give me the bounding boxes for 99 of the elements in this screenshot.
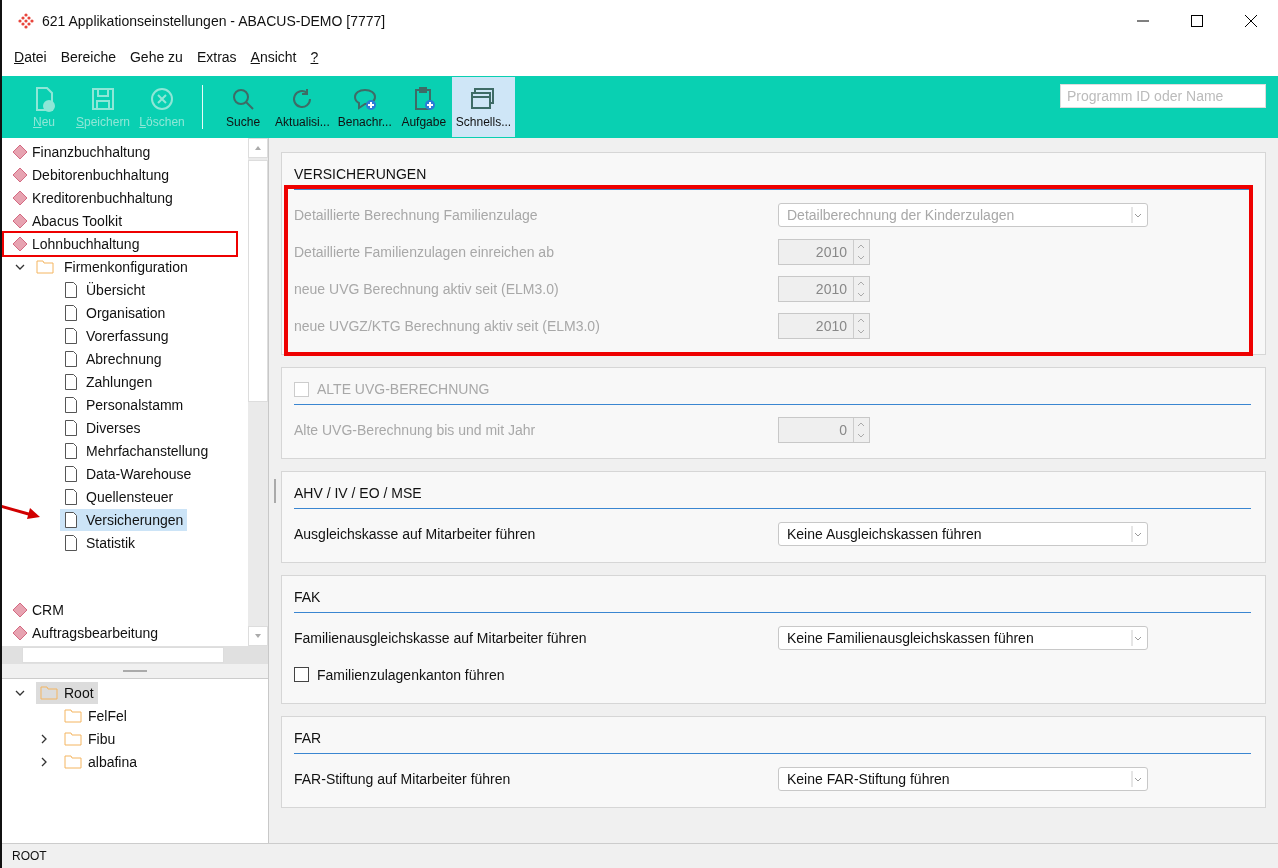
search-icon [233,89,255,110]
field-label: Detaillierte Berechnung Familienzulage [294,206,539,223]
refresh-icon [293,88,312,109]
module-item[interactable]: Finanzbuchhaltung [32,143,151,160]
field-label: neue UVGZ/KTG Berechnung aktiv seit (ELM3.0) [294,317,601,334]
document-icon [64,534,78,551]
save-icon [92,88,114,110]
toolbar-button[interactable]: Suche [215,77,272,137]
folder-item[interactable]: albafina [60,750,142,773]
module-diamond-icon [12,235,28,252]
module-diamond-icon [12,166,28,183]
menu-item[interactable]: ? [310,49,319,65]
module-item[interactable]: Lohnbuchhaltung [32,235,140,252]
page-item[interactable]: Zahlungen [60,370,157,393]
module-diamond-icon [12,189,28,206]
toolbar-button[interactable]: Schnells... [451,77,516,137]
document-icon [64,465,78,482]
module-item[interactable]: CRM [32,601,64,618]
field-label: Detaillierte Familienzulagen einreichen ab [294,243,555,260]
close-icon[interactable] [1244,14,1258,28]
section-title: FAK [294,589,321,605]
module-item[interactable]: Debitorenbuchhaltung [32,166,169,183]
dropdown[interactable]: Keine FAR-Stiftung führen [778,766,1148,791]
folder-icon [64,754,82,769]
section-title: FAR [294,730,322,746]
page-item[interactable]: Personalstamm [60,393,188,416]
scroll-up-icon[interactable] [248,138,268,158]
toolbar-button[interactable]: Aufgabe [395,77,452,137]
document-icon [64,281,78,298]
module-item[interactable]: Abacus Toolkit [32,212,122,229]
page-item[interactable]: Versicherungen [60,508,188,531]
document-icon [64,488,78,505]
module-diamond-icon [12,143,28,160]
folder-icon [64,708,82,723]
scroll-down-icon[interactable] [248,626,268,646]
document-icon [36,87,55,112]
page-item[interactable]: Abrechnung [60,347,166,370]
vertical-scrollbar[interactable] [248,138,268,646]
document-icon [64,511,78,528]
checkbox-label: Familienzulagenkanton führen [317,666,505,683]
folder-item[interactable]: FelFel [60,704,131,727]
module-diamond-icon [12,212,28,229]
caret-icon [1131,525,1143,542]
delete-icon [151,88,174,110]
document-icon [64,327,78,344]
document-icon [64,304,78,321]
chat-bubble-icon [353,89,376,110]
field-label: Alte UVG-Berechnung bis und mit Jahr [294,421,537,438]
module-item[interactable]: Auftragsbearbeitung [32,624,159,641]
folder-item[interactable]: Fibu [60,727,120,750]
field-label: FAR-Stiftung auf Mitarbeiter führen [294,770,512,787]
page-item[interactable]: Statistik [60,531,139,554]
menu-item[interactable]: Extras [196,49,237,65]
horizontal-scrollbar[interactable] [2,646,268,664]
status-text: ROOT [12,849,47,863]
checkbox[interactable] [294,667,309,682]
page-item[interactable]: Organisation [60,301,170,324]
tree-item[interactable]: Firmenkonfiguration [64,258,188,275]
app-logo-icon [18,13,34,29]
module-diamond-icon [12,601,28,618]
window-title: 621 Applikationseinstellungen - ABACUS-DEMO [7777] [42,13,386,29]
menu-item[interactable]: Gehe zu [129,49,183,65]
document-icon [64,442,78,459]
dropdown[interactable]: Keine Familienausgleichskassen führen [778,625,1148,650]
section-title: AHV / IV / EO / MSE [294,485,422,501]
menu-item[interactable]: Bereiche [60,49,116,65]
section-title: ALTE UVG-BERECHNUNG [317,381,490,397]
clipboard-icon [414,87,435,110]
document-icon [64,350,78,367]
document-icon [64,396,78,413]
page-item[interactable]: Vorerfassung [60,324,173,347]
module-item[interactable]: Kreditorenbuchhaltung [32,189,173,206]
caret-icon [1131,206,1143,223]
document-icon [64,419,78,436]
folder-icon [36,259,54,274]
module-diamond-icon [12,624,28,641]
caret-icon [1131,770,1143,787]
document-icon [64,373,78,390]
windows-icon [471,88,495,109]
menu-item[interactable]: Ansicht [250,49,297,65]
page-item[interactable]: Quellensteuer [60,485,178,508]
toolbar-button[interactable]: Aktualisi... [271,77,334,137]
folder-icon [40,685,58,700]
folder-icon [64,731,82,746]
field-label: Ausgleichskasse auf Mitarbeiter führen [294,525,537,542]
page-item[interactable]: Übersicht [60,278,150,301]
caret-icon [1131,629,1143,646]
program-search-field[interactable]: Programm ID oder Name [1060,84,1266,108]
folder-item[interactable]: Root [36,681,98,704]
menu-item[interactable]: Datei [14,49,47,65]
maximize-icon[interactable] [1190,14,1204,28]
dropdown[interactable]: Keine Ausgleichskassen führen [778,521,1148,546]
page-item[interactable]: Data-Warehouse [60,462,196,485]
section-title: VERSICHERUNGEN [294,166,427,182]
page-item[interactable]: Diverses [60,416,145,439]
field-label: neue UVG Berechnung aktiv seit (ELM3.0) [294,280,560,297]
toolbar-button[interactable]: Benachr... [333,77,396,137]
field-label: Familienausgleichskasse auf Mitarbeiter führen [294,629,588,646]
page-item[interactable]: Mehrfachanstellung [60,439,213,462]
